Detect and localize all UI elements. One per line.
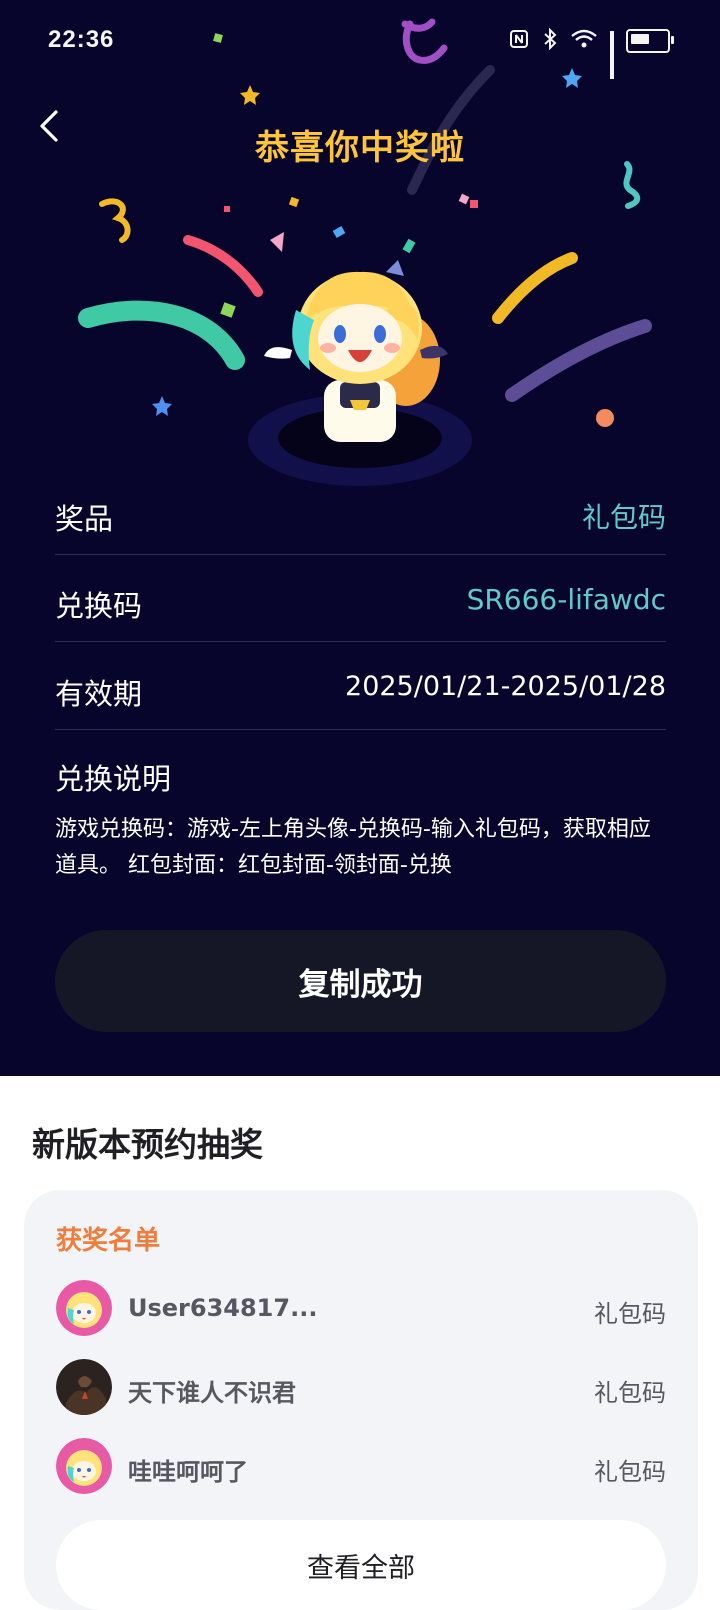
view-all-button[interactable]: 查看全部 bbox=[56, 1520, 666, 1610]
winners-card: 获奖名单 User634817... 礼包码 天下谁人不识君 礼包码 哇哇呵呵了… bbox=[24, 1190, 698, 1610]
mascot-illustration bbox=[248, 260, 472, 486]
avatar[interactable] bbox=[56, 1280, 112, 1336]
avatar[interactable] bbox=[56, 1438, 112, 1494]
bluetooth-icon bbox=[542, 27, 558, 54]
avatar[interactable] bbox=[56, 1359, 112, 1415]
prize-row: 奖品 礼包码 bbox=[55, 466, 666, 555]
validity-row: 有效期 2025/01/21-2025/01/28 bbox=[55, 641, 666, 730]
prize-value: 礼包码 bbox=[581, 501, 666, 534]
winner-prize: 礼包码 bbox=[594, 1300, 666, 1328]
instructions-title: 兑换说明 bbox=[55, 762, 172, 796]
status-time: 22:36 bbox=[48, 26, 115, 53]
winner-name: User634817... bbox=[128, 1294, 318, 1322]
wifi-icon bbox=[570, 28, 598, 54]
redeem-code-row: 兑换码 SR666-lifawdc bbox=[55, 553, 666, 642]
redeem-code-label: 兑换码 bbox=[55, 589, 143, 623]
list-item: User634817... 礼包码 bbox=[56, 1280, 666, 1336]
hero-section: 22:36 恭喜你中奖啦 奖品 礼包码 兑换码 SR666-lifawdc 有效… bbox=[0, 0, 720, 1076]
validity-value: 2025/01/21-2025/01/28 bbox=[345, 671, 666, 702]
winner-name: 哇哇呵呵了 bbox=[128, 1458, 248, 1486]
winner-prize: 礼包码 bbox=[594, 1379, 666, 1407]
winner-name: 天下谁人不识君 bbox=[128, 1379, 296, 1407]
validity-label: 有效期 bbox=[55, 677, 143, 711]
status-icons bbox=[508, 27, 674, 79]
nfc-icon bbox=[508, 28, 530, 54]
winner-prize: 礼包码 bbox=[594, 1458, 666, 1486]
instructions-text: 游戏兑换码：游戏-左上角头像-兑换码-输入礼包码，获取相应道具。 红包封面：红包… bbox=[55, 817, 651, 878]
battery-icon bbox=[626, 29, 674, 53]
list-item: 哇哇呵呵了 礼包码 bbox=[56, 1438, 666, 1494]
copy-button[interactable]: 复制成功 bbox=[55, 930, 666, 1032]
page-title: 恭喜你中奖啦 bbox=[255, 128, 465, 168]
winners-heading: 获奖名单 bbox=[56, 1226, 161, 1256]
prize-label: 奖品 bbox=[55, 502, 114, 536]
list-item: 天下谁人不识君 礼包码 bbox=[56, 1359, 666, 1415]
lottery-section-title: 新版本预约抽奖 bbox=[32, 1125, 263, 1164]
status-bar: 22:36 bbox=[0, 22, 720, 79]
signal-icon bbox=[610, 31, 614, 79]
redeem-code-value[interactable]: SR666-lifawdc bbox=[467, 583, 666, 616]
